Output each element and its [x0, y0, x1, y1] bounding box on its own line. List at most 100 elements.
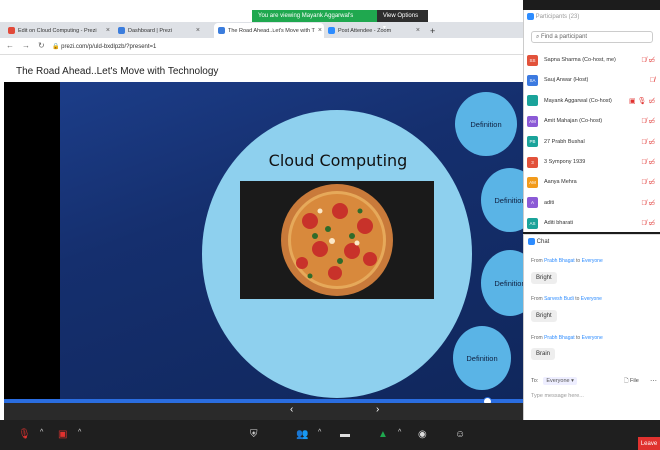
- avatar: SS: [527, 54, 538, 66]
- definition-circle[interactable]: Definition: [455, 92, 517, 156]
- tab-prezi-edit[interactable]: Edit on Cloud Computing - Prezi ×: [4, 23, 114, 38]
- participant-search-input[interactable]: ⌕ Find a participant: [531, 31, 653, 43]
- recipient-select[interactable]: Everyone ▾: [543, 377, 577, 385]
- viewing-label: You are viewing Mayank Aggarwal's screen: [252, 10, 377, 31]
- participants-header: Participants (23): [527, 13, 579, 20]
- zoom-icon: [528, 238, 535, 245]
- to-label: To:: [531, 378, 539, 384]
- zoom-icon: [527, 13, 534, 20]
- slide-left-black-area: [4, 82, 60, 400]
- avatar: AM: [527, 176, 538, 188]
- avatar: 3: [527, 156, 538, 168]
- record-icon[interactable]: ◉: [418, 429, 427, 440]
- chat-message-sender: From Prabh Bhagat to Everyone: [531, 258, 603, 264]
- participant-name: Sauj Anwar (Host): [544, 77, 589, 84]
- mute-microphone-icon[interactable]: 🎙: [18, 429, 31, 440]
- tab-label: Edit on Cloud Computing - Prezi: [18, 27, 97, 34]
- chat-icon[interactable]: ▬: [340, 429, 350, 440]
- close-icon[interactable]: ×: [196, 27, 200, 34]
- participants-chevron-icon[interactable]: ^: [318, 429, 321, 436]
- chat-message: Bright: [531, 310, 557, 322]
- leave-meeting-button[interactable]: Leave: [638, 437, 660, 450]
- prezi-favicon-icon: [118, 27, 125, 34]
- participant-row[interactable]: SA Sauj Anwar (Host) 🎙̸: [527, 71, 655, 89]
- participant-row[interactable]: AM Aanya Mehra 🎙̸ ▭̸: [527, 173, 655, 191]
- video-options-chevron-icon[interactable]: ^: [78, 429, 81, 436]
- participant-name: 3 Sympony 1939: [544, 159, 586, 165]
- mute-status-icon: 🎙̸ ▭̸: [641, 199, 655, 207]
- close-icon[interactable]: ×: [106, 27, 110, 34]
- slide-heading: Cloud Computing: [268, 151, 408, 170]
- participant-name: Mayank Aggarwal (Co-host): [544, 97, 612, 104]
- avatar: AS: [527, 217, 538, 229]
- zoom-toolbar: [0, 420, 660, 450]
- search-placeholder: Find a participant: [541, 34, 588, 40]
- presentation-title: The Road Ahead..Let's Move with Technolo…: [16, 66, 219, 77]
- stop-video-icon[interactable]: ▣: [58, 429, 67, 440]
- share-screen-icon[interactable]: ▲: [378, 429, 388, 440]
- previous-slide-button[interactable]: ‹: [290, 404, 293, 415]
- mute-status-icon: 🎙̸: [649, 76, 655, 84]
- avatar: SA: [527, 74, 538, 86]
- participant-name: Aanya Mehra: [544, 179, 577, 186]
- chat-message-sender: From Sarvesh Budi to Everyone: [531, 296, 602, 302]
- participants-icon[interactable]: 👥: [296, 429, 308, 440]
- participant-name: Amit Mahajan (Co-host): [544, 118, 603, 125]
- mute-status-icon: 🎙̸ ▭̸: [641, 118, 655, 126]
- mute-status-icon: 🎙̸ ▭̸: [641, 159, 655, 166]
- definition-circle[interactable]: Definition: [453, 326, 511, 390]
- file-icon: 🗋: [624, 378, 629, 384]
- slide-controls-bar: [4, 403, 523, 420]
- participant-row[interactable]: SS Sapna Sharma (Co-host, me) 🎙̸ ▭̸: [527, 51, 655, 69]
- participants-title: Participants (23): [535, 14, 580, 21]
- chat-message-input[interactable]: Type message here...: [531, 393, 584, 399]
- participant-row[interactable]: AM Amit Mahajan (Co-host) 🎙̸ ▭̸: [527, 112, 655, 130]
- tab-dashboard[interactable]: Dashboard | Prezi ×: [114, 23, 204, 38]
- close-icon[interactable]: ×: [416, 27, 420, 34]
- prezi-favicon-icon: [8, 27, 15, 34]
- file-button[interactable]: 🗋 File: [624, 377, 639, 386]
- participant-name: Aditi bharati: [544, 220, 574, 227]
- avatar: PB: [527, 136, 538, 148]
- chat-message: Bright: [531, 272, 557, 284]
- next-slide-button[interactable]: ›: [376, 404, 379, 415]
- tab-label: Dashboard | Prezi: [128, 27, 172, 34]
- nav-icons: ← → ↻: [6, 41, 45, 50]
- participant-row[interactable]: Aaditi 🎙̸ ▭̸: [527, 194, 655, 212]
- new-tab-button[interactable]: +: [426, 23, 440, 38]
- view-options-button[interactable]: View Options ▾: [377, 10, 428, 31]
- mute-status-icon: 🎙̸ ▭̸: [641, 57, 655, 64]
- share-chevron-icon[interactable]: ^: [398, 429, 401, 436]
- prezi-favicon-icon: [218, 27, 225, 34]
- pizza-image: [240, 181, 434, 299]
- more-options-icon[interactable]: ⋯: [650, 377, 657, 385]
- chat-message-sender: From Prabh Bhagat to Everyone: [531, 335, 603, 341]
- chat-header: Chat: [528, 238, 549, 245]
- audio-options-chevron-icon[interactable]: ^: [40, 429, 43, 436]
- chat-recipient-row: To: Everyone ▾: [531, 377, 577, 385]
- mute-status-icon: 🎙̸ ▭̸: [641, 220, 655, 228]
- close-icon[interactable]: ×: [318, 27, 322, 34]
- participant-row[interactable]: PB 27 Prabh Bushal 🎙̸ ▭̸: [527, 133, 655, 151]
- mute-status-icon: 🎙̸ ▭̸: [641, 138, 655, 146]
- zoom-screen-share-banner: You are viewing Mayank Aggarwal's screen…: [252, 10, 428, 31]
- tab-zoom[interactable]: Post Attendee - Zoom ×: [324, 23, 424, 38]
- url-text: prezi.com/p/uld-bxdlpzb/?present=1: [61, 44, 157, 50]
- participant-name: aditi: [544, 199, 555, 206]
- lock-icon: 🔒: [52, 44, 60, 50]
- security-shield-icon[interactable]: ⛨: [250, 429, 258, 440]
- participant-name: Sapna Sharma (Co-host, me): [544, 57, 616, 63]
- forward-icon[interactable]: →: [22, 41, 30, 50]
- mute-status-icon: ▣ 🎙 ▭̸: [628, 97, 655, 105]
- mute-status-icon: 🎙̸ ▭̸: [641, 179, 655, 187]
- url-field[interactable]: 🔒 prezi.com/p/uld-bxdlpzb/?present=1: [52, 43, 156, 50]
- reactions-icon[interactable]: ☺: [455, 429, 465, 440]
- participant-row[interactable]: AS Aditi bharati 🎙̸ ▭̸: [527, 214, 655, 232]
- participant-row[interactable]: 3 3 Sympony 1939 🎙̸ ▭̸: [527, 153, 655, 171]
- avatar: A: [527, 197, 538, 209]
- search-icon: ⌕: [536, 34, 540, 40]
- reload-icon[interactable]: ↻: [38, 41, 45, 50]
- back-icon[interactable]: ←: [6, 41, 14, 50]
- participant-name: 27 Prabh Bushal: [544, 138, 585, 145]
- participant-row[interactable]: Mayank Aggarwal (Co-host) ▣ 🎙 ▭̸: [527, 92, 655, 110]
